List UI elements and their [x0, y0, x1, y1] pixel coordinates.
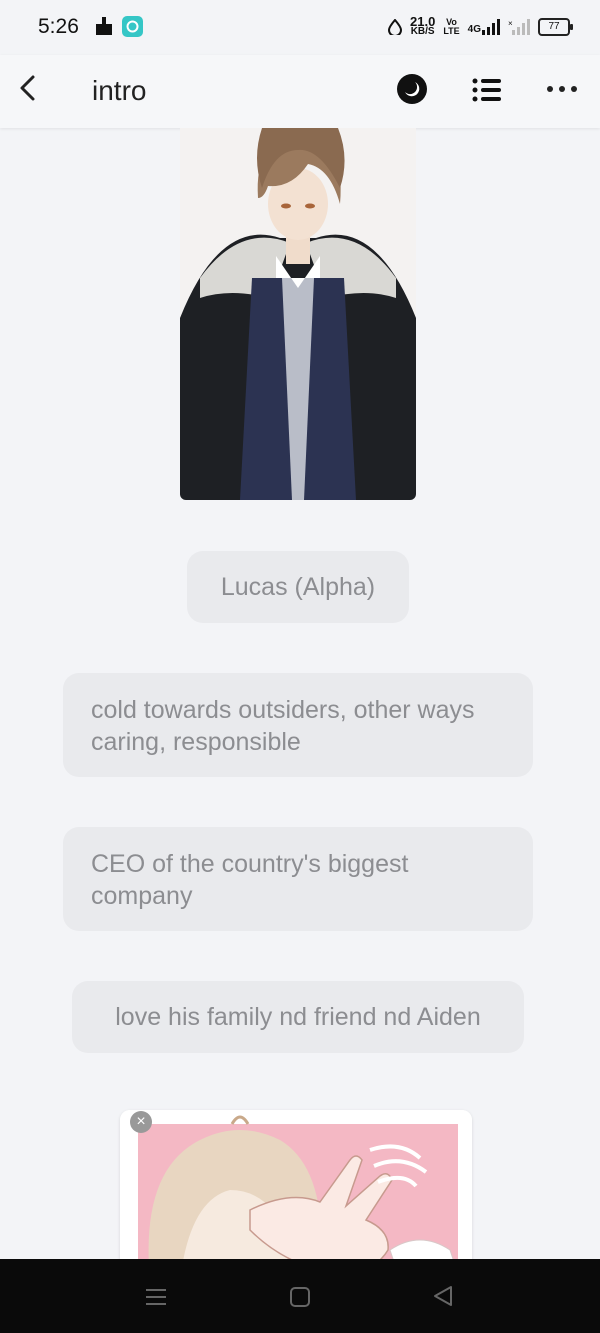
- nav-back-icon[interactable]: [432, 1285, 454, 1307]
- chat-bubble[interactable]: CEO of the country's biggest company: [63, 827, 533, 931]
- net-speed: 21.0 KB/S: [410, 14, 436, 37]
- volte-indicator: Vo LTE: [443, 17, 460, 36]
- system-nav-bar: [0, 1259, 600, 1333]
- back-arrow-icon[interactable]: [14, 73, 44, 103]
- recent-apps-icon[interactable]: [145, 1286, 167, 1308]
- bubble-text: Lucas (Alpha): [220, 573, 376, 601]
- bubble-text: cold towards outsiders, other ways carin…: [91, 696, 475, 756]
- chat-bubble[interactable]: Lucas (Alpha): [187, 551, 409, 623]
- bubble-text: love his family nd friend nd Aiden: [115, 1003, 481, 1031]
- status-bar: 5:26 21.0 KB/S Vo LTE 4G × 77: [0, 0, 600, 55]
- more-icon[interactable]: [546, 85, 578, 93]
- chat-bubble[interactable]: cold towards outsiders, other ways carin…: [63, 673, 533, 777]
- battery-icon: 77: [538, 18, 573, 36]
- signal-4g-icon: 4G: [468, 19, 500, 35]
- close-icon[interactable]: ×: [130, 1111, 152, 1133]
- night-mode-icon[interactable]: [396, 73, 428, 105]
- page-title: intro: [92, 75, 147, 106]
- chat-bubble[interactable]: love his family nd friend nd Aiden: [72, 981, 524, 1053]
- data-saver-icon: [388, 19, 402, 35]
- character-portrait-image[interactable]: [180, 128, 416, 500]
- status-indicators: 21.0 KB/S Vo LTE 4G × 77: [388, 14, 573, 40]
- chat-content[interactable]: Lucas (Alpha) cold towards outsiders, ot…: [0, 128, 600, 1259]
- list-icon[interactable]: [472, 77, 502, 103]
- top-app-bar: intro: [0, 55, 600, 128]
- status-time: 5:26: [38, 15, 79, 38]
- app-notification-icon: [122, 16, 143, 37]
- home-icon[interactable]: [289, 1286, 311, 1308]
- bubble-text: CEO of the country's biggest company: [91, 850, 409, 910]
- svg-text:×: ×: [508, 19, 513, 28]
- cleaner-icon: [96, 17, 112, 35]
- signal-empty-icon: ×: [508, 19, 530, 35]
- character-image-card[interactable]: [120, 1110, 472, 1259]
